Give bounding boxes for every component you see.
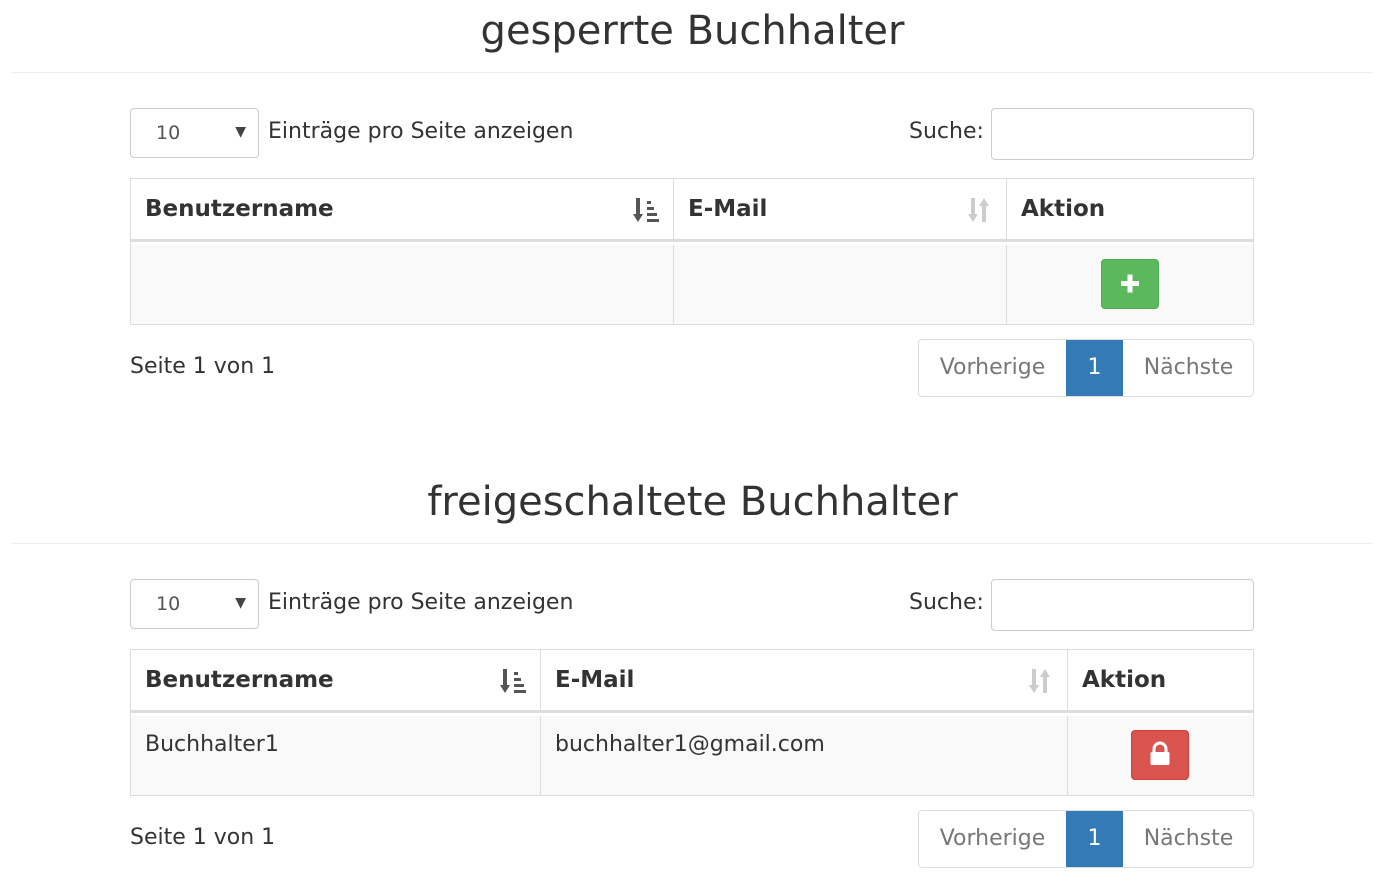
column-header-label: Aktion	[1082, 667, 1167, 693]
cell-email: buchhalter1@gmail.com	[541, 716, 1068, 795]
section-title: freigeschaltete Buchhalter	[427, 479, 958, 525]
column-header-action: Aktion	[1068, 650, 1253, 713]
page-1-button[interactable]: 1	[1066, 811, 1123, 867]
cell-username: Buchhalter1	[131, 716, 541, 795]
entries-per-page-value: 10	[156, 593, 181, 615]
title-divider	[11, 543, 1373, 544]
cell-action	[1068, 716, 1253, 795]
lock-icon	[1150, 741, 1170, 765]
cell-email-text: buchhalter1@gmail.com	[555, 732, 825, 757]
pagination: Vorherige 1 Nächste	[918, 810, 1254, 868]
unlocked-accountants-table: Benutzername E-Mail Aktion Buchhalter1 b…	[130, 649, 1254, 796]
entries-per-page-select[interactable]: 10 ▼	[130, 579, 259, 629]
search-input[interactable]	[991, 579, 1254, 631]
table-info: Seite 1 von 1	[130, 825, 276, 850]
table-row: Buchhalter1 buchhalter1@gmail.com	[131, 716, 1253, 795]
chevron-down-icon: ▼	[235, 595, 246, 611]
search-label: Suche:	[909, 590, 984, 615]
sort-both-icon	[1029, 669, 1050, 693]
cell-username-text: Buchhalter1	[145, 732, 279, 757]
column-header-label: Benutzername	[145, 667, 334, 693]
lock-accountant-button[interactable]	[1131, 730, 1189, 780]
table-header: Benutzername E-Mail Aktion	[131, 650, 1253, 713]
column-header-label: E-Mail	[555, 667, 635, 693]
column-header-email[interactable]: E-Mail	[541, 650, 1068, 713]
sort-ascending-icon	[500, 669, 526, 693]
unlocked-accountants-section: freigeschaltete Buchhalter 10 ▼ Einträge…	[0, 0, 1385, 882]
column-header-username[interactable]: Benutzername	[131, 650, 541, 713]
next-page-button[interactable]: Nächste	[1123, 811, 1253, 867]
entries-per-page-label: Einträge pro Seite anzeigen	[268, 590, 574, 615]
previous-page-button[interactable]: Vorherige	[919, 811, 1066, 867]
